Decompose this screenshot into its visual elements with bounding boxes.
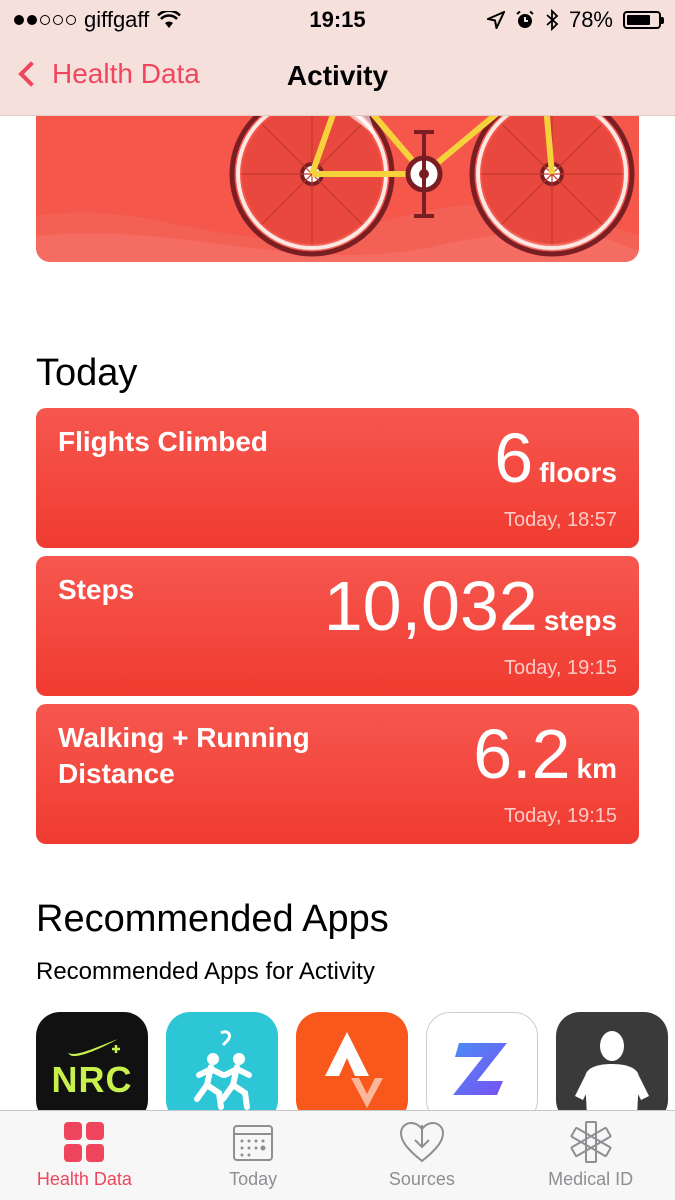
bluetooth-icon [546, 9, 559, 31]
card-timestamp: Today, 19:15 [503, 657, 617, 679]
card-value: 6.2 [473, 715, 571, 793]
battery-icon [623, 11, 664, 29]
card-unit: floors [539, 457, 617, 488]
flights-climbed-card[interactable]: Flights Climbed 6 floors Today, 18:57 [36, 408, 639, 548]
alarm-icon [516, 10, 534, 28]
status-bar: giffgaff 19:15 78% [0, 0, 675, 40]
tab-label: Health Data [36, 1169, 132, 1189]
tab-bar: Health Data Today Sources Medical ID [0, 1110, 675, 1200]
carrier-name: giffgaff [84, 7, 150, 32]
nrc-app-text: NRC [51, 1059, 133, 1100]
recommended-apps-subtitle: Recommended Apps for Activity [36, 958, 375, 985]
recommended-apps-row: NRC [36, 1012, 668, 1124]
tab-medical-id[interactable]: Medical ID [506, 1111, 675, 1200]
swoosh-icon [66, 1039, 120, 1057]
card-label: Steps [58, 574, 135, 605]
card-value-group: 6.2 km [473, 716, 617, 792]
health-data-icon [62, 1119, 106, 1165]
recommended-apps-title: Recommended Apps [36, 898, 389, 940]
tab-today[interactable]: Today [169, 1111, 338, 1200]
card-value: 10,032 [323, 567, 538, 645]
card-unit: km [576, 753, 617, 784]
medical-star-icon [569, 1119, 613, 1165]
sources-heart-icon [399, 1119, 445, 1165]
card-timestamp: Today, 18:57 [503, 509, 617, 531]
body-silhouette-icon [575, 1031, 649, 1116]
location-arrow-icon [486, 11, 505, 29]
card-unit: steps [543, 605, 617, 636]
today-section-title: Today [36, 352, 138, 394]
calendar-icon [232, 1119, 274, 1165]
activity-hero-illustration [36, 116, 639, 262]
battery-percent: 78% [568, 7, 613, 32]
card-label: Walking + Running Distance [58, 722, 310, 789]
runners-icon [194, 1030, 252, 1110]
tab-health-data[interactable]: Health Data [0, 1111, 169, 1200]
card-value-group: 6 floors [494, 420, 617, 496]
card-value: 6 [494, 419, 534, 497]
strava-app-icon[interactable] [296, 1012, 408, 1124]
strava-chevron-icon [325, 1032, 383, 1108]
status-right: 78% [486, 7, 664, 33]
tab-label: Sources [388, 1169, 455, 1189]
fitness-app-icon[interactable] [556, 1012, 668, 1124]
nrc-app-icon[interactable]: NRC [36, 1012, 148, 1124]
card-timestamp: Today, 19:15 [503, 805, 617, 827]
navigation-bar: Health Data Activity [0, 40, 675, 116]
walking-running-distance-card[interactable]: Walking + Running Distance 6.2 km Today,… [36, 704, 639, 844]
tab-label: Medical ID [548, 1169, 634, 1189]
runkeeper-app-icon[interactable] [166, 1012, 278, 1124]
back-button-label: Health Data [52, 58, 200, 89]
wifi-icon [157, 11, 182, 28]
z-letter-icon [453, 1043, 507, 1095]
card-value-group: 10,032 steps [324, 568, 617, 644]
signal-strength-icon [14, 15, 76, 25]
battery-fill [627, 15, 651, 25]
steps-card[interactable]: Steps 10,032 steps Today, 19:15 [36, 556, 639, 696]
tab-label: Today [229, 1169, 278, 1189]
chevron-left-icon [18, 61, 44, 87]
zova-app-icon[interactable] [426, 1012, 538, 1124]
status-left: giffgaff [14, 7, 487, 33]
back-button[interactable]: Health Data [0, 58, 200, 90]
card-label: Flights Climbed [58, 426, 268, 457]
tab-sources[interactable]: Sources [338, 1111, 507, 1200]
